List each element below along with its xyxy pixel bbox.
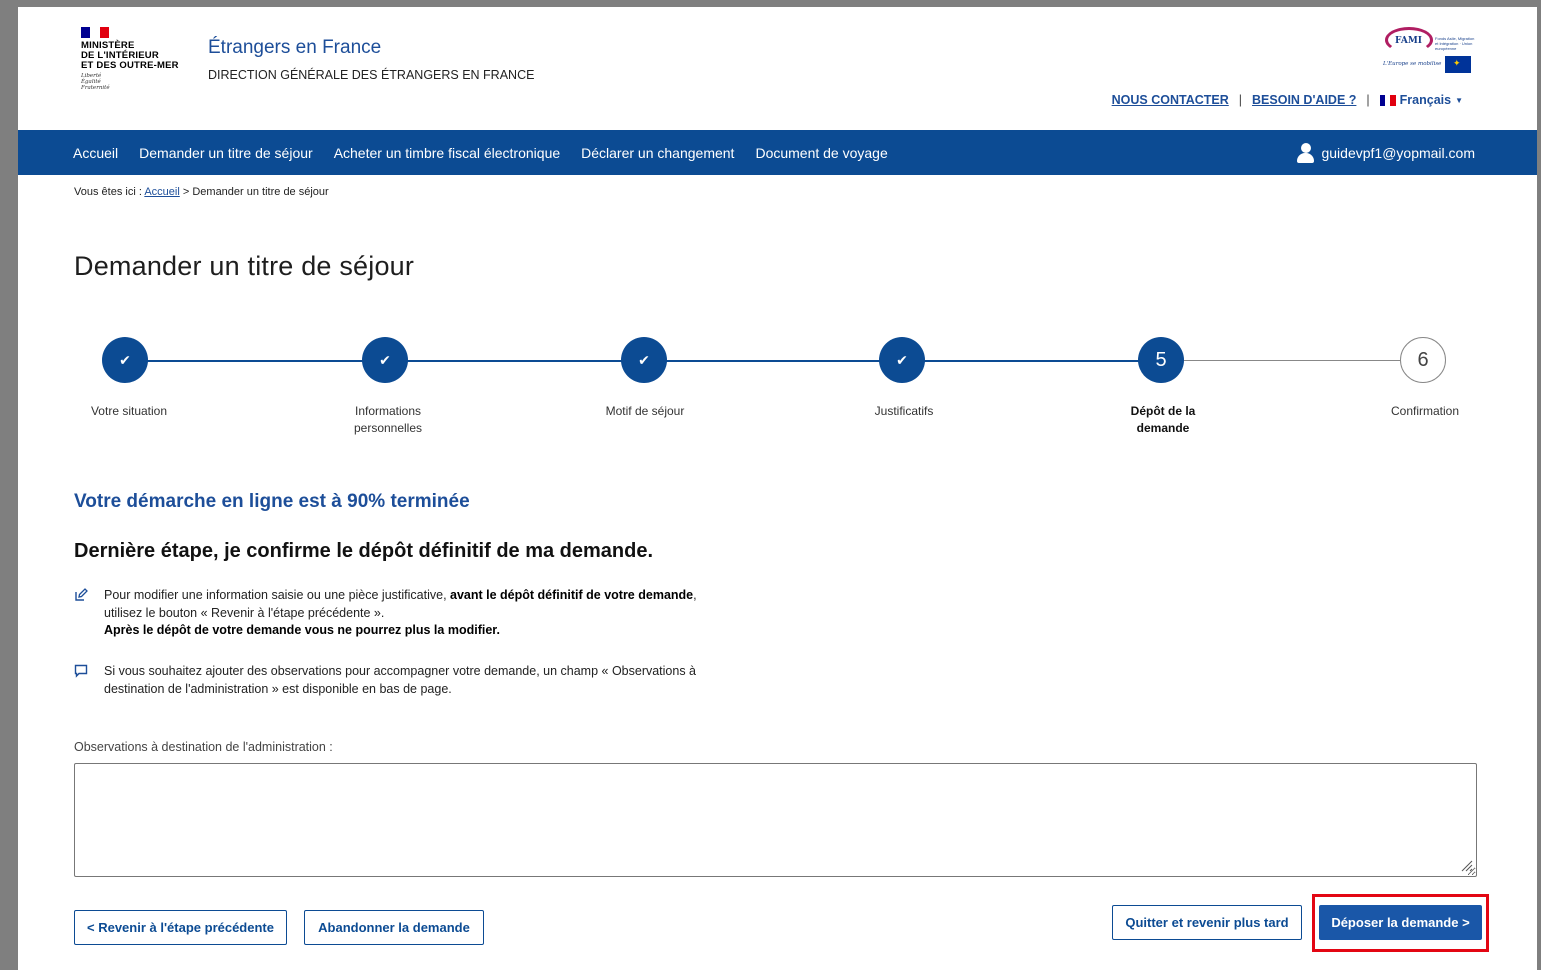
edit-icon <box>75 588 88 601</box>
info-bold-text: Après le dépôt de votre demande vous ne … <box>104 623 500 637</box>
separator: | <box>1238 93 1243 107</box>
fami-small-text: Fonds Asile, Migration et Intégration · … <box>1435 36 1475 51</box>
motto-line: Fraternité <box>81 85 110 91</box>
step-label: Informations personnelles <box>318 403 458 437</box>
top-links: NOUS CONTACTER | BESOIN D'AIDE ? | Franç… <box>1112 93 1463 107</box>
info-bold-text: avant le dépôt définitif de votre demand… <box>450 588 694 602</box>
caret-down-icon: ▼ <box>1455 95 1463 105</box>
nav-item-travel-document[interactable]: Document de voyage <box>755 145 887 161</box>
info-modify: Pour modifier une information saisie ou … <box>74 587 804 640</box>
info-line: destination de l'administration » est di… <box>104 681 452 696</box>
step-4-check-icon: ✔ <box>879 337 925 383</box>
step-label-line: personnelles <box>353 421 423 435</box>
french-flag-icon <box>1379 94 1396 106</box>
help-link[interactable]: BESOIN D'AIDE ? <box>1252 93 1356 107</box>
step-label-line: Motif de séjour <box>605 404 685 418</box>
separator: | <box>1366 93 1370 107</box>
abandon-request-button[interactable]: Abandonner la demande <box>304 910 484 945</box>
info-text: Pour modifier une information saisie ou … <box>104 588 451 602</box>
site-header: MINISTÈRE DE L'INTÉRIEUR ET DES OUTRE-ME… <box>18 7 1537 130</box>
ministry-logo[interactable]: MINISTÈRE DE L'INTÉRIEUR ET DES OUTRE-ME… <box>81 27 211 91</box>
ministry-name: MINISTÈRE DE L'INTÉRIEUR ET DES OUTRE-ME… <box>81 41 211 71</box>
site-title[interactable]: Étrangers en France <box>208 37 381 59</box>
step-label-line: Dépôt de la <box>1130 404 1196 418</box>
fami-logo: FAMI Fonds Asile, Migration et Intégrati… <box>1383 27 1478 77</box>
main-nav: Accueil Demander un titre de séjour Ache… <box>18 130 1537 175</box>
user-account[interactable]: guidevpf1@yopmail.com <box>1297 130 1475 175</box>
submit-request-button[interactable]: Déposer la demande > <box>1319 905 1482 940</box>
contact-link[interactable]: NOUS CONTACTER <box>1112 93 1229 107</box>
stepper-line-pending <box>1171 360 1419 361</box>
step-label-line: Confirmation <box>1390 404 1460 418</box>
quit-later-button[interactable]: Quitter et revenir plus tard <box>1112 905 1302 940</box>
eu-flag-icon <box>1445 56 1471 73</box>
comment-icon <box>74 664 88 678</box>
step-5-current: 5 <box>1138 337 1184 383</box>
info-observations: Si vous souhaitez ajouter des observatio… <box>74 663 804 698</box>
resize-grip-icon[interactable] <box>1459 858 1473 872</box>
progress-stepper: ✔ ✔ ✔ ✔ 5 6 Votre situation Informations… <box>18 337 1537 437</box>
nav-item-home[interactable]: Accueil <box>73 145 118 161</box>
step-label: Confirmation <box>1355 403 1495 420</box>
step-label-line: Informations <box>354 404 422 418</box>
previous-step-button[interactable]: < Revenir à l'étape précédente <box>74 910 287 945</box>
info-line: utilisez le bouton « Revenir à l'étape p… <box>104 605 385 620</box>
step-label-line: Justificatifs <box>874 404 934 418</box>
republic-motto: Liberté Égalité Fraternité <box>81 73 211 91</box>
nav-item-buy-stamp[interactable]: Acheter un timbre fiscal électronique <box>334 145 560 161</box>
info-text: , <box>693 588 697 602</box>
observations-textarea[interactable] <box>74 763 1477 877</box>
nav-item-declare-change[interactable]: Déclarer un changement <box>581 145 734 161</box>
user-icon <box>1297 142 1315 163</box>
site-subtitle: DIRECTION GÉNÉRALE DES ÉTRANGERS EN FRAN… <box>208 68 535 82</box>
page-title: Demander un titre de séjour <box>74 251 415 281</box>
language-selector[interactable]: Français ▼ <box>1379 93 1463 107</box>
observations-label: Observations à destination de l'administ… <box>74 740 333 754</box>
step-label: Justificatifs <box>834 403 974 420</box>
nav-item-request-permit[interactable]: Demander un titre de séjour <box>139 145 313 161</box>
fami-motto: L'Europe se mobilise <box>1383 61 1442 67</box>
step-2-check-icon: ✔ <box>362 337 408 383</box>
last-step-heading: Dernière étape, je confirme le dépôt déf… <box>74 540 654 562</box>
page: MINISTÈRE DE L'INTÉRIEUR ET DES OUTRE-ME… <box>18 7 1537 970</box>
step-1-check-icon: ✔ <box>102 337 148 383</box>
breadcrumb-prefix: Vous êtes ici : <box>74 186 142 198</box>
step-label: Votre situation <box>59 403 199 420</box>
breadcrumb-current: > Demander un titre de séjour <box>182 186 329 198</box>
step-label: Motif de séjour <box>575 403 715 420</box>
step-label-line: Votre situation <box>90 404 168 418</box>
user-email: guidevpf1@yopmail.com <box>1321 144 1475 161</box>
info-line: Après le dépôt de votre demande vous ne … <box>104 622 804 640</box>
step-6-pending: 6 <box>1400 337 1446 383</box>
fami-word: FAMI <box>1395 36 1423 46</box>
info-line: Pour modifier une information saisie ou … <box>104 587 804 605</box>
info-line: Si vous souhaitez ajouter des observatio… <box>104 664 697 678</box>
french-flag-icon <box>81 27 109 38</box>
step-label-line: demande <box>1136 421 1190 435</box>
language-label: Français <box>1399 93 1452 107</box>
step-label-active: Dépôt de la demande <box>1093 403 1233 437</box>
step-3-check-icon: ✔ <box>621 337 667 383</box>
ministry-line: ET DES OUTRE-MER <box>81 60 179 71</box>
progress-heading: Votre démarche en ligne est à 90% termin… <box>74 491 470 512</box>
breadcrumb-home-link[interactable]: Accueil <box>144 186 179 198</box>
breadcrumb: Vous êtes ici : Accueil > Demander un ti… <box>74 186 329 198</box>
